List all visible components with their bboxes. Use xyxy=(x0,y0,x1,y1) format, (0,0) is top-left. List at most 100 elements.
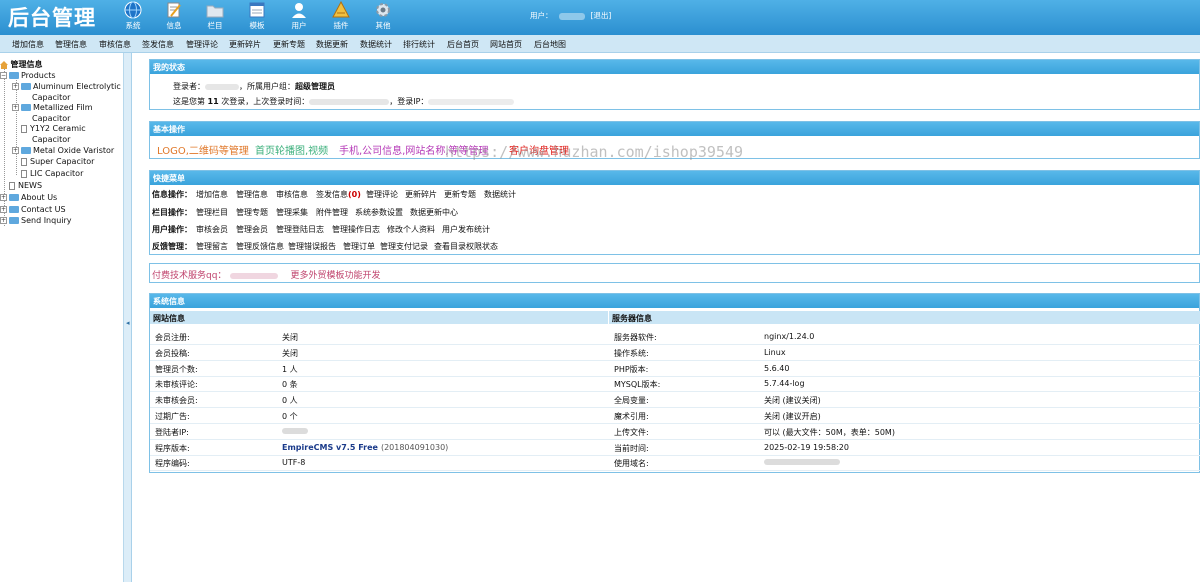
nav-template[interactable]: 模板 xyxy=(240,0,274,34)
quick-manage-comments[interactable]: 管理评论 xyxy=(366,189,398,200)
tree-item-super[interactable]: Super Capacitor xyxy=(21,157,94,166)
sidebar-collapse-handle[interactable]: ◂ xyxy=(124,53,132,582)
expand-toggle-icon[interactable]: + xyxy=(12,104,19,111)
menu-sign-info[interactable]: 签发信息 xyxy=(142,39,174,50)
service-more-link[interactable]: 更多外贸模板功能开发 xyxy=(290,271,380,281)
quick-manage-collect[interactable]: 管理采集 xyxy=(276,207,308,218)
expand-toggle-icon[interactable]: + xyxy=(0,194,7,201)
user-area: 用户： [退出] xyxy=(530,10,611,21)
quick-review-info[interactable]: 审核信息 xyxy=(276,189,308,200)
site-info-value: 关闭 xyxy=(282,333,298,342)
tree-item-label: Y1Y2 Ceramic xyxy=(30,124,86,133)
quick-manage-messages[interactable]: 管理留言 xyxy=(196,241,228,252)
login-user-redacted xyxy=(205,83,239,90)
menu-rank-stats[interactable]: 排行统计 xyxy=(403,39,435,50)
server-info-key: 魔术引用: xyxy=(614,412,649,421)
site-info-value: 关闭 xyxy=(282,348,298,358)
server-info-value: 关闭 (建议开启) xyxy=(764,412,821,421)
pending-count-badge: (0) xyxy=(348,190,361,199)
quick-add-info[interactable]: 增加信息 xyxy=(196,189,228,200)
page-icon xyxy=(21,169,27,178)
folder-icon xyxy=(21,147,31,154)
nav-user[interactable]: 用户 xyxy=(282,0,316,34)
menu-data-update[interactable]: 数据更新 xyxy=(316,39,348,50)
quick-review-members[interactable]: 审核会员 xyxy=(196,224,228,235)
server-info-header: 服务器信息 xyxy=(609,311,1200,324)
row-divider xyxy=(150,344,1200,345)
expand-toggle-icon[interactable]: + xyxy=(0,206,7,213)
tree-item-label-cont: Capacitor xyxy=(32,135,71,144)
menu-bar: 增加信息 管理信息 审核信息 签发信息 管理评论 更新碎片 更新专题 数据更新 … xyxy=(0,35,1200,53)
link-logo-qrcode[interactable]: LOGO,二维码等管理 xyxy=(157,142,249,157)
tree-item-label: Contact US xyxy=(21,205,66,214)
quick-data-stats[interactable]: 数据统计 xyxy=(484,189,516,200)
tree-item-contact[interactable]: + Contact US xyxy=(0,205,66,214)
quick-payment-records[interactable]: 管理支付记录 xyxy=(380,241,428,252)
menu-admin-home[interactable]: 后台首页 xyxy=(447,39,479,50)
nav-info[interactable]: 信息 xyxy=(157,0,191,34)
tree-item-about[interactable]: + About Us xyxy=(0,193,57,202)
tree-item-label: Super Capacitor xyxy=(30,157,95,166)
server-info-key: 当前时间: xyxy=(614,443,649,453)
quick-update-fragments[interactable]: 更新碎片 xyxy=(405,189,437,200)
nav-column[interactable]: 栏目 xyxy=(198,0,232,34)
quick-update-topics[interactable]: 更新专题 xyxy=(444,189,476,200)
expand-toggle-icon[interactable]: + xyxy=(0,217,7,224)
tree-item-metallized[interactable]: + Metallized Film xyxy=(12,103,93,112)
expand-toggle-icon[interactable]: + xyxy=(12,83,19,90)
tree-item-lic[interactable]: LIC Capacitor xyxy=(21,169,83,178)
quick-data-center[interactable]: 数据更新中心 xyxy=(410,207,458,218)
menu-admin-map[interactable]: 后台地图 xyxy=(534,39,566,50)
nav-other[interactable]: 其他 xyxy=(366,0,400,34)
menu-site-home[interactable]: 网站首页 xyxy=(490,39,522,50)
tree-root[interactable]: 管理信息 xyxy=(0,59,43,70)
quick-manage-columns[interactable]: 管理栏目 xyxy=(196,207,228,218)
menu-manage-info[interactable]: 管理信息 xyxy=(55,39,87,50)
nav-other-label: 其他 xyxy=(375,21,391,30)
menu-manage-comments[interactable]: 管理评论 xyxy=(186,39,218,50)
quick-user-publish-stats[interactable]: 用户发布统计 xyxy=(442,224,490,235)
menu-review-info[interactable]: 审核信息 xyxy=(99,39,131,50)
quick-manage-orders[interactable]: 管理订单 xyxy=(343,241,375,252)
site-info-key: 程序版本: xyxy=(155,443,190,453)
quick-edit-profile[interactable]: 修改个人资料 xyxy=(387,224,435,235)
tree-item-aluminum[interactable]: + Aluminum Electrolytic xyxy=(12,82,121,91)
menu-update-topics[interactable]: 更新专题 xyxy=(273,39,305,50)
quick-operation-log[interactable]: 管理操作日志 xyxy=(332,224,380,235)
tree-item-products[interactable]: − Products xyxy=(0,71,56,80)
window-icon xyxy=(249,2,265,18)
logout-link[interactable]: [退出] xyxy=(591,11,612,20)
tree-item-y1y2[interactable]: Y1Y2 Ceramic xyxy=(21,124,86,133)
tree-item-inquiry[interactable]: + Send Inquiry xyxy=(0,216,72,225)
login-info-line: 登录者： ，所属用户组：超级管理员 xyxy=(173,81,335,92)
menu-add-info[interactable]: 增加信息 xyxy=(12,39,44,50)
tree-item-varistor[interactable]: + Metal Oxide Varistor xyxy=(12,146,114,155)
collapse-toggle-icon[interactable]: − xyxy=(0,72,7,79)
quick-manage-members[interactable]: 管理会员 xyxy=(236,224,268,235)
folder-icon xyxy=(206,5,224,18)
login-ip-redacted xyxy=(428,98,515,105)
quick-attachments[interactable]: 附件管理 xyxy=(316,207,348,218)
quick-error-reports[interactable]: 管理错误报告 xyxy=(288,241,336,252)
site-info-key: 未审核会员: xyxy=(155,396,198,406)
tree-item-label-cont: Capacitor xyxy=(32,93,71,102)
quick-dir-permissions[interactable]: 查看目录权限状态 xyxy=(434,241,498,252)
quick-system-params[interactable]: 系统参数设置 xyxy=(355,207,403,218)
nav-system[interactable]: 系统 xyxy=(116,0,150,34)
server-info-key: 服务器软件: xyxy=(614,333,657,342)
quick-manage-feedback[interactable]: 管理反馈信息 xyxy=(236,241,284,252)
quick-manage-info[interactable]: 管理信息 xyxy=(236,189,268,200)
user-group-value: 超级管理员 xyxy=(295,82,335,91)
link-home-carousel[interactable]: 首页轮播图,视频 xyxy=(255,142,328,157)
quick-login-log[interactable]: 管理登陆日志 xyxy=(276,224,324,235)
quick-manage-topics[interactable]: 管理专题 xyxy=(236,207,268,218)
quick-sign-info[interactable]: 签发信息(0) xyxy=(316,189,361,200)
tree-item-news[interactable]: NEWS xyxy=(9,181,42,190)
panel-title: 我的状态 xyxy=(150,60,1199,74)
expand-toggle-icon[interactable]: + xyxy=(12,147,19,154)
server-info-value: Linux xyxy=(764,347,786,357)
menu-update-fragments[interactable]: 更新碎片 xyxy=(229,39,261,50)
nav-plugin[interactable]: 插件 xyxy=(324,0,358,34)
row-divider xyxy=(150,391,1200,393)
menu-data-stats[interactable]: 数据统计 xyxy=(360,39,392,50)
